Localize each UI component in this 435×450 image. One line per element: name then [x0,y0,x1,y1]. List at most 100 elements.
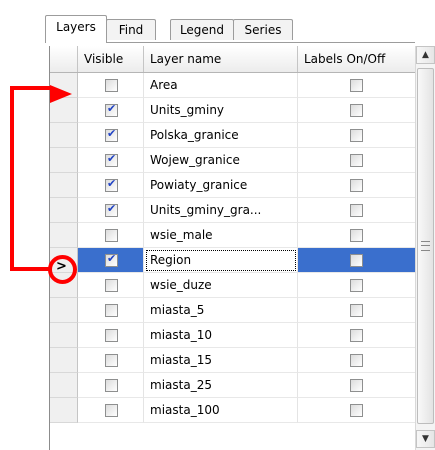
labels-checkbox[interactable] [350,404,363,417]
labels-checkbox[interactable] [350,154,363,167]
labels-checkbox[interactable] [350,229,363,242]
layer-name-cell[interactable]: Region [144,248,298,273]
header-visible[interactable]: Visible [78,46,144,72]
row-header[interactable] [50,373,78,398]
tab-strip: Layers Find Legend Series [0,0,435,45]
labels-cell [298,223,416,248]
visible-checkbox[interactable] [105,329,118,342]
layer-name-cell[interactable]: Units_gminy [144,98,298,123]
layer-name-cell[interactable]: Polska_granice [144,123,298,148]
visible-checkbox[interactable] [105,79,118,92]
visible-checkbox[interactable] [105,152,118,167]
table-row[interactable]: wsie_male [50,223,416,248]
row-header[interactable] [50,223,78,248]
labels-checkbox[interactable] [350,79,363,92]
table-row[interactable]: Area [50,73,416,98]
visible-checkbox[interactable] [105,252,118,267]
grip-icon [421,241,430,251]
row-header[interactable] [50,398,78,423]
visible-checkbox[interactable] [105,279,118,292]
labels-checkbox[interactable] [350,129,363,142]
tab-legend[interactable]: Legend [170,19,234,40]
visible-checkbox[interactable] [105,404,118,417]
table-row[interactable]: miasta_5 [50,298,416,323]
current-row-caret-icon: > [56,259,67,274]
header-corner [50,46,78,72]
row-header[interactable] [50,148,78,173]
table-row[interactable]: Powiaty_granice [50,173,416,198]
layer-name-cell[interactable]: Wojew_granice [144,148,298,173]
layer-name-cell[interactable]: wsie_duze [144,273,298,298]
visible-checkbox[interactable] [105,354,118,367]
row-header[interactable] [50,298,78,323]
header-layer-name[interactable]: Layer name [144,46,298,72]
visible-cell [78,373,144,398]
labels-cell [298,123,416,148]
table-row[interactable]: miasta_10 [50,323,416,348]
labels-cell [298,148,416,173]
table-row[interactable]: miasta_25 [50,373,416,398]
tab-series[interactable]: Series [233,19,293,40]
tab-layers-label: Layers [56,20,96,34]
table-row[interactable]: Wojew_granice [50,148,416,173]
visible-checkbox[interactable] [105,177,118,192]
tab-legend-label: Legend [179,23,225,37]
labels-cell [298,323,416,348]
labels-checkbox[interactable] [350,354,363,367]
visible-checkbox[interactable] [105,379,118,392]
labels-checkbox[interactable] [350,279,363,292]
table-row[interactable]: Units_gminy [50,98,416,123]
labels-cell [298,348,416,373]
labels-checkbox[interactable] [350,104,363,117]
visible-cell [78,198,144,223]
visible-checkbox[interactable] [105,127,118,142]
vertical-scrollbar[interactable]: ▲ ▼ [415,46,435,450]
layer-name-cell[interactable]: miasta_15 [144,348,298,373]
grid-header: Visible Layer name Labels On/Off [50,46,416,73]
table-row[interactable]: wsie_duze [50,273,416,298]
visible-cell [78,123,144,148]
visible-checkbox[interactable] [105,102,118,117]
labels-cell [298,73,416,98]
layer-name-cell[interactable]: miasta_100 [144,398,298,423]
visible-cell [78,323,144,348]
labels-checkbox[interactable] [350,329,363,342]
scroll-thumb[interactable] [417,68,434,424]
labels-checkbox[interactable] [350,204,363,217]
labels-checkbox[interactable] [350,304,363,317]
table-row[interactable]: miasta_15 [50,348,416,373]
row-header[interactable] [50,123,78,148]
labels-cell [298,398,416,423]
layer-name-cell[interactable]: Powiaty_granice [144,173,298,198]
labels-checkbox[interactable] [350,254,363,267]
layer-name-cell[interactable]: Units_gminy_gra... [144,198,298,223]
row-header[interactable] [50,348,78,373]
table-row[interactable]: Polska_granice [50,123,416,148]
scroll-down-button[interactable]: ▼ [416,430,435,448]
annotation-bottom-line [10,267,50,271]
header-labels[interactable]: Labels On/Off [298,46,416,72]
visible-cell [78,398,144,423]
visible-cell [78,298,144,323]
visible-cell [78,273,144,298]
labels-checkbox[interactable] [350,179,363,192]
row-header[interactable] [50,173,78,198]
tab-find[interactable]: Find [106,19,156,40]
scroll-up-button[interactable]: ▲ [416,46,435,64]
layer-name-cell[interactable]: wsie_male [144,223,298,248]
tab-layers[interactable]: Layers [45,15,107,43]
row-header[interactable] [50,323,78,348]
layer-name-cell[interactable]: miasta_10 [144,323,298,348]
table-row[interactable]: Region [50,248,416,273]
layer-name-cell[interactable]: miasta_5 [144,298,298,323]
table-row[interactable]: Units_gminy_gra... [50,198,416,223]
labels-checkbox[interactable] [350,379,363,392]
annotation-vertical-line [10,86,14,271]
layer-name-cell[interactable]: Area [144,73,298,98]
layer-name-cell[interactable]: miasta_25 [144,373,298,398]
visible-checkbox[interactable] [105,304,118,317]
table-row[interactable]: miasta_100 [50,398,416,423]
visible-checkbox[interactable] [105,229,118,242]
visible-checkbox[interactable] [105,202,118,217]
row-header[interactable] [50,198,78,223]
